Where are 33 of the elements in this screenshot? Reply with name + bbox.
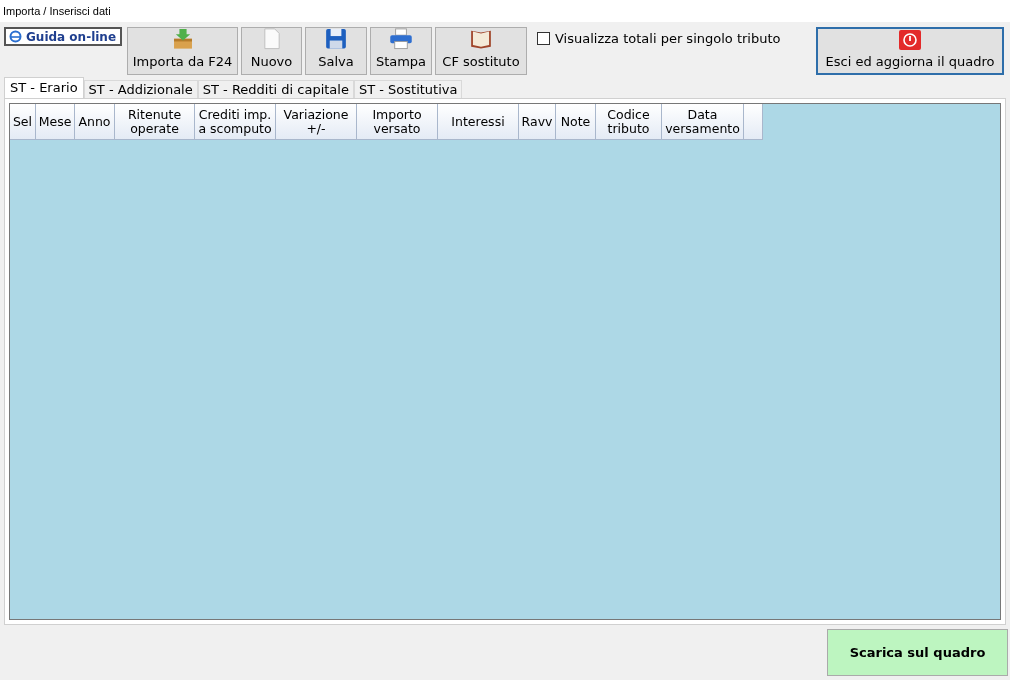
checkbox[interactable] bbox=[537, 32, 550, 46]
toolbar-button[interactable]: Salva bbox=[305, 27, 367, 75]
window-title: Importa / Inserisci dati bbox=[3, 3, 111, 19]
column-header[interactable]: Sel bbox=[10, 104, 36, 140]
download-button[interactable]: Scarica sul quadro bbox=[827, 629, 1008, 676]
column-header[interactable]: Ravv bbox=[519, 104, 556, 140]
tab[interactable]: ST - Addizionale bbox=[83, 80, 198, 98]
toolbar-button[interactable]: Importa da F24 bbox=[127, 27, 238, 75]
column-header[interactable]: Variazione +/- bbox=[276, 104, 357, 140]
document-icon bbox=[261, 28, 282, 50]
column-header[interactable]: Crediti imp. a scomputo bbox=[195, 104, 276, 140]
column-header[interactable]: Note bbox=[556, 104, 596, 140]
book-icon bbox=[468, 28, 494, 50]
browser-icon bbox=[9, 30, 22, 43]
column-header[interactable]: Codice tributo bbox=[596, 104, 662, 140]
printer-icon bbox=[388, 28, 414, 50]
toolbar-button[interactable]: Nuovo bbox=[241, 27, 302, 75]
help-button[interactable]: Guida on-line bbox=[4, 27, 122, 46]
tab[interactable]: ST - Erario bbox=[4, 77, 84, 98]
power-icon bbox=[899, 30, 921, 51]
tab[interactable]: ST - Redditi di capitale bbox=[197, 80, 354, 98]
column-header[interactable]: Data versamento bbox=[662, 104, 744, 140]
checkbox-label: Visualizza totali per singolo tributo bbox=[555, 30, 781, 48]
column-header[interactable]: Importo versato bbox=[357, 104, 438, 140]
toolbar-button[interactable]: Stampa bbox=[370, 27, 432, 75]
column-header[interactable]: Mese bbox=[36, 104, 75, 140]
column-header[interactable]: Ritenute operate bbox=[115, 104, 195, 140]
exit-button[interactable]: Esci ed aggiorna il quadro bbox=[816, 27, 1004, 75]
toolbar-button[interactable]: CF sostituto bbox=[435, 27, 527, 75]
column-header bbox=[744, 104, 763, 140]
column-header[interactable]: Anno bbox=[75, 104, 115, 140]
tab[interactable]: ST - Sostitutiva bbox=[353, 80, 463, 98]
column-header[interactable]: Interessi bbox=[438, 104, 519, 140]
